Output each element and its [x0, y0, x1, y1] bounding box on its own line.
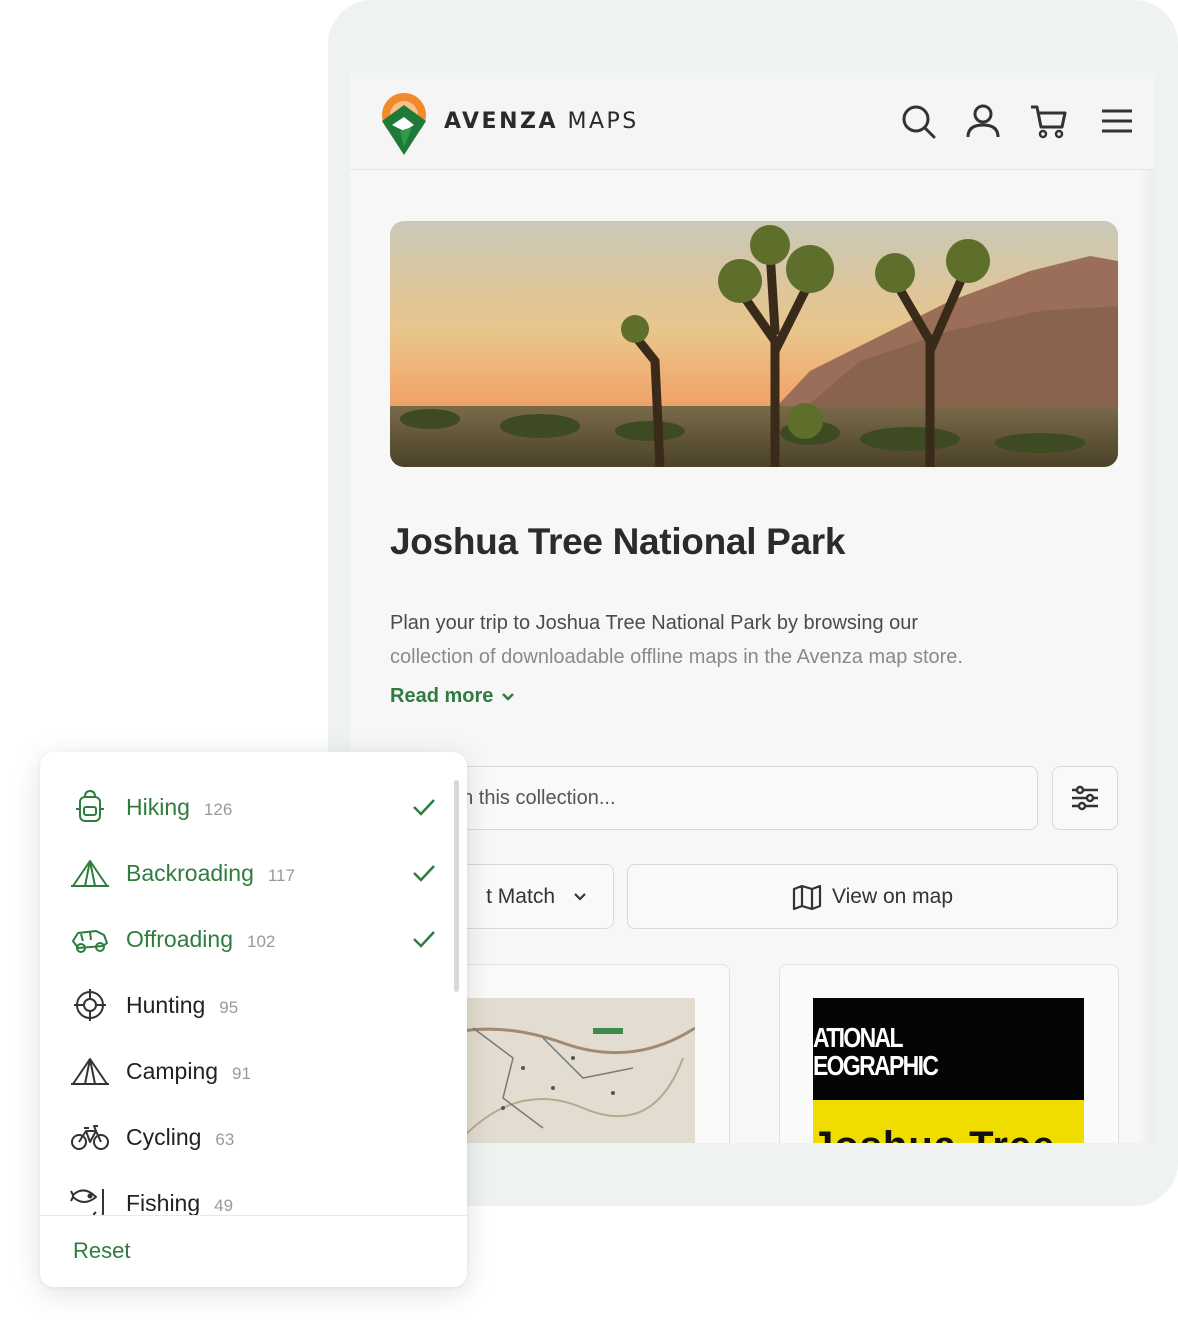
avenza-logo-icon[interactable]: [378, 91, 430, 155]
view-on-map-label: View on map: [831, 884, 954, 908]
map-thumbnail: [433, 998, 695, 1143]
view-on-map-button[interactable]: View on map: [627, 864, 1118, 929]
read-more-link[interactable]: Read more: [390, 685, 515, 708]
read-more-label: Read more: [390, 685, 494, 707]
cart-icon[interactable]: [1028, 101, 1068, 141]
hero-image: [390, 221, 1118, 467]
tent-icon: [71, 860, 109, 887]
chevron-down-icon: [502, 692, 515, 701]
phone-screen: AVENZA MAPS Joshua Tree National Park Pl…: [350, 73, 1155, 1143]
publisher-logo-text: ATIONAL EOGRAPHIC: [813, 1022, 939, 1081]
filter-option-offroading[interactable]: Offroading 102: [40, 906, 467, 972]
filter-option-camping[interactable]: Camping 91: [40, 1038, 467, 1104]
user-icon[interactable]: [963, 101, 1003, 141]
bicycle-icon: [71, 1125, 109, 1150]
dropdown-footer: Reset: [40, 1215, 467, 1287]
sort-label: t Match: [486, 884, 555, 908]
chevron-down-icon: [574, 892, 586, 901]
page-title: Joshua Tree National Park: [390, 521, 846, 562]
brand-wordmark[interactable]: AVENZA MAPS: [444, 109, 639, 134]
sliders-icon: [1072, 785, 1098, 811]
offroad-vehicle-icon: [72, 930, 108, 953]
option-label: Hunting 95: [126, 991, 239, 1018]
map-thumbnail: ATIONAL EOGRAPHIC Joshua Tree: [813, 998, 1084, 1143]
filter-button[interactable]: [1052, 766, 1118, 830]
collection-search-input[interactable]: ch in this collection...: [390, 766, 1038, 830]
map-cover-title: Joshua Tree: [813, 1124, 1055, 1143]
map-icon: [792, 884, 822, 910]
check-icon: [413, 865, 435, 882]
check-icon: [413, 799, 435, 816]
description-line-2: collection of downloadable offline maps …: [390, 646, 963, 668]
backpack-icon: [76, 789, 104, 822]
crosshair-icon: [74, 989, 106, 1021]
option-label: Offroading 102: [126, 925, 276, 952]
menu-icon[interactable]: [1097, 101, 1137, 141]
map-card[interactable]: ATIONAL EOGRAPHIC Joshua Tree: [779, 964, 1119, 1143]
activity-filter-dropdown: Hiking 126 Backroading 117 Offroading 102: [40, 752, 467, 1287]
tent-icon: [71, 1058, 109, 1085]
page-description: Plan your trip to Joshua Tree National P…: [390, 606, 1120, 674]
filter-option-cycling[interactable]: Cycling 63: [40, 1104, 467, 1170]
option-label: Hiking 126: [126, 793, 233, 820]
option-label: Cycling 63: [126, 1123, 235, 1150]
filter-option-hunting[interactable]: Hunting 95: [40, 972, 467, 1038]
filter-option-backroading[interactable]: Backroading 117: [40, 840, 467, 906]
site-header: AVENZA MAPS: [350, 73, 1155, 170]
search-icon[interactable]: [898, 101, 938, 141]
filter-option-hiking[interactable]: Hiking 126: [40, 774, 467, 840]
check-icon: [413, 931, 435, 948]
option-label: Camping 91: [126, 1057, 251, 1084]
description-line-1: Plan your trip to Joshua Tree National P…: [390, 612, 919, 634]
reset-button[interactable]: Reset: [73, 1238, 130, 1264]
option-label: Fishing 49: [126, 1189, 234, 1216]
option-label: Backroading 117: [126, 859, 295, 886]
scrollbar-track: [1140, 170, 1155, 1143]
